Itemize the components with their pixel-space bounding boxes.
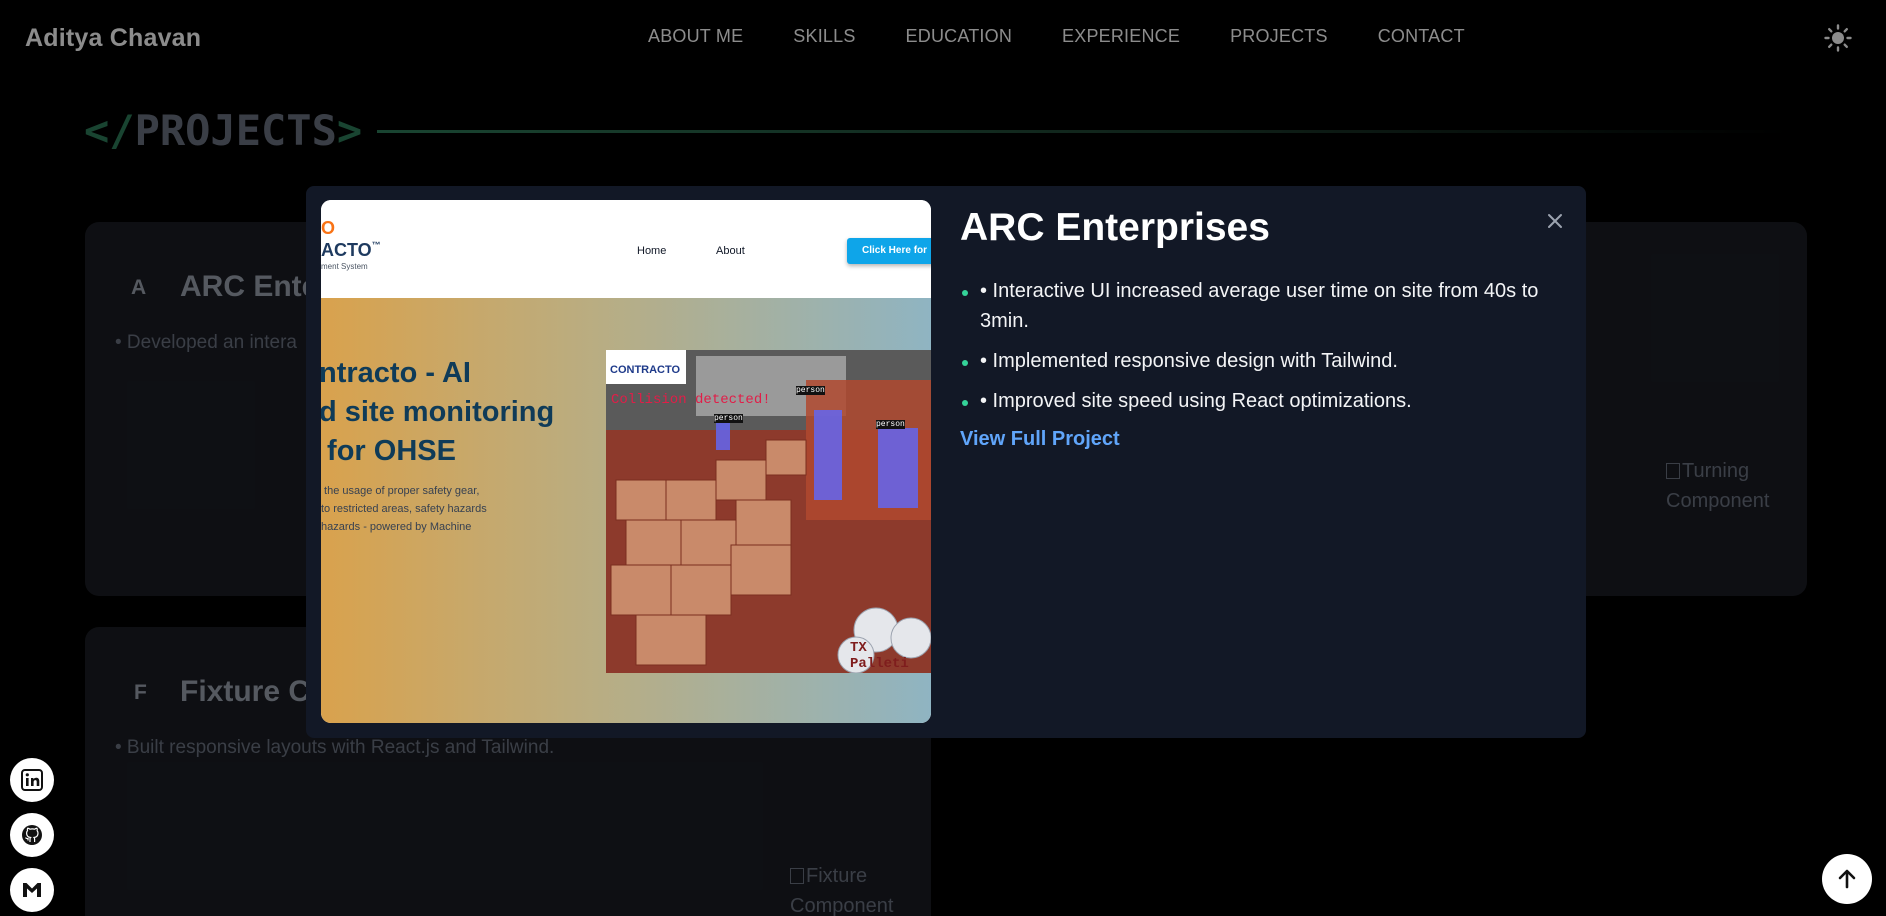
preview-description: the usage of proper safety gear, to rest… — [321, 485, 487, 533]
preview-detection-label: Collision detected! — [611, 392, 771, 408]
preview-person-label: person — [796, 386, 825, 395]
preview-logo-mark: O — [321, 218, 336, 238]
preview-photo-logo: CONTRACTO — [606, 350, 686, 384]
modal-bullet: • Interactive UI increased average user … — [960, 276, 1560, 336]
preview-pallet-label: TX Palleti — [850, 640, 909, 672]
preview-cta-button: Click Here for — [847, 238, 931, 264]
github-icon[interactable] — [10, 813, 54, 857]
modal-bullet-list: • Interactive UI increased average user … — [960, 276, 1560, 426]
preview-person-label: person — [876, 420, 905, 429]
preview-logo: O ACTO™ — [321, 218, 381, 260]
linkedin-icon[interactable] — [10, 758, 54, 802]
arrow-up-icon — [1838, 869, 1856, 889]
preview-logo-sub: ment System — [321, 262, 368, 271]
preview-heading: ntracto - AI d site monitoring for OHSE — [321, 357, 555, 467]
preview-warehouse-photo: CONTRACTO Collision detected! person per… — [606, 350, 931, 673]
preview-hero: ntracto - AI d site monitoring for OHSE … — [321, 298, 931, 723]
preview-person-label: person — [714, 414, 743, 423]
modal-bullet: • Improved site speed using React optimi… — [960, 386, 1560, 416]
preview-nav-home: Home — [637, 245, 667, 257]
gmail-icon[interactable] — [10, 868, 54, 912]
preview-nav-about: About — [716, 245, 745, 257]
scroll-to-top-button[interactable] — [1822, 854, 1872, 904]
modal-title: ARC Enterprises — [960, 206, 1270, 249]
preview-header: O ACTO™ ment System Home About Click Here… — [321, 200, 931, 298]
view-full-project-link[interactable]: View Full Project — [960, 428, 1120, 451]
project-modal: O ACTO™ ment System Home About Click Here… — [306, 186, 1586, 738]
project-preview-image: O ACTO™ ment System Home About Click Here… — [321, 200, 931, 723]
modal-bullet: • Implemented responsive design with Tai… — [960, 346, 1560, 376]
close-icon[interactable] — [1546, 212, 1564, 230]
